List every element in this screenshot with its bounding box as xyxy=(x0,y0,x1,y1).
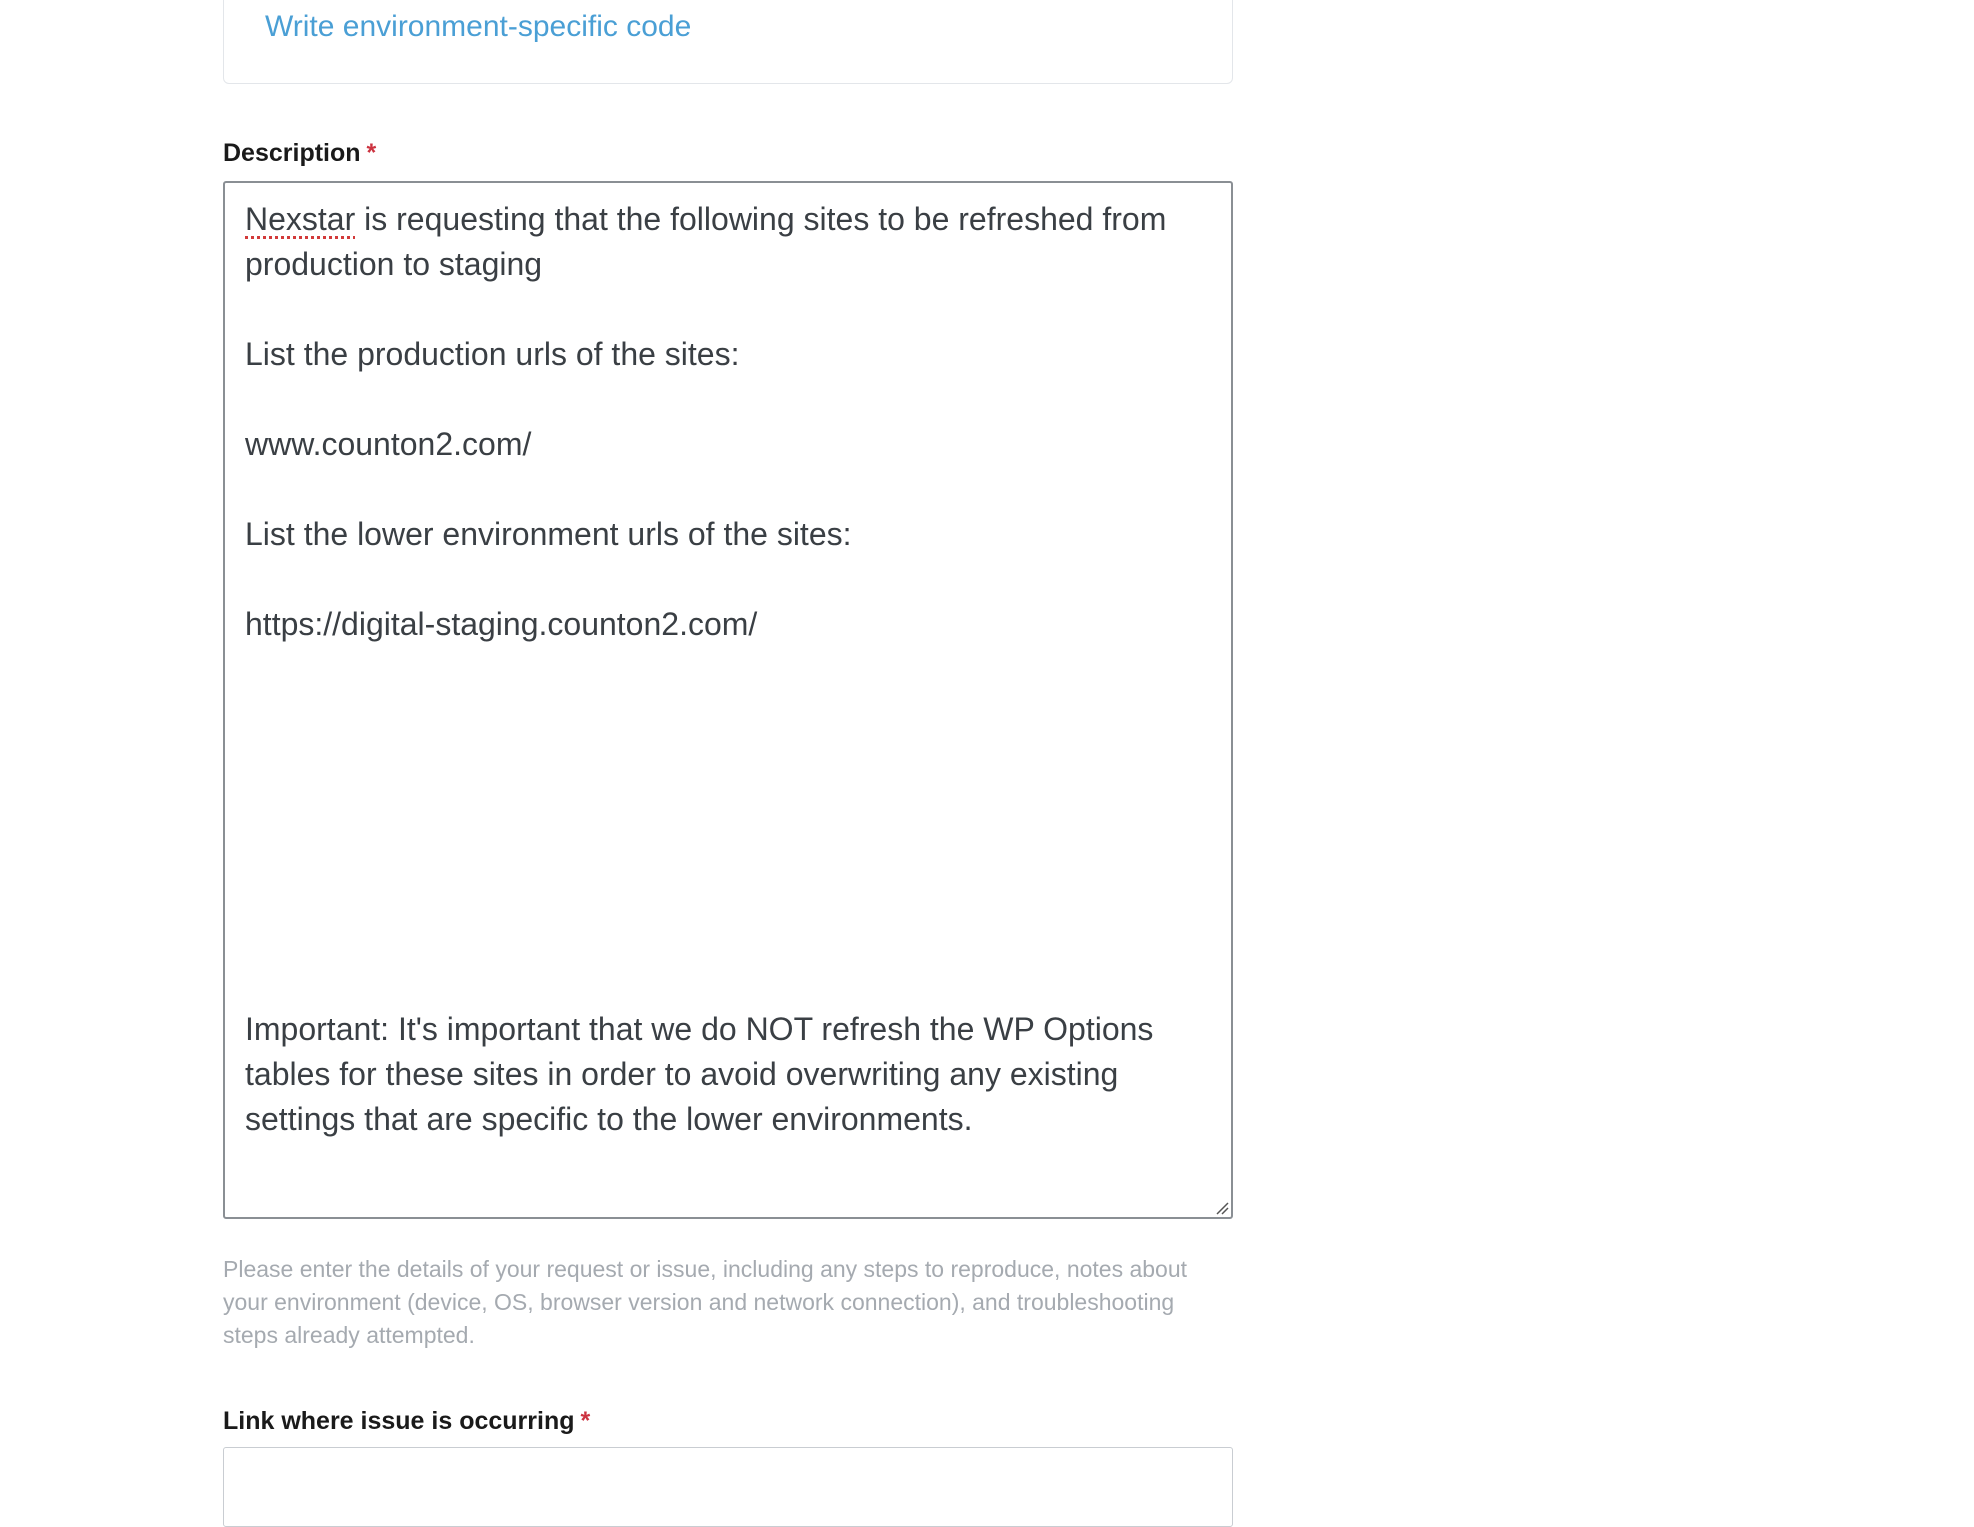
description-line xyxy=(245,692,1211,737)
description-label: Description * xyxy=(223,139,376,168)
description-line xyxy=(245,557,1211,602)
suggested-article-box: Write environment-specific code xyxy=(223,0,1233,84)
description-line: Important: It's important that we do NOT… xyxy=(245,1011,1154,1047)
description-hint: Please enter the details of your request… xyxy=(223,1256,1188,1348)
description-line xyxy=(245,782,1211,827)
description-line: www.counton2.com/ xyxy=(245,426,532,462)
description-line: settings that are specific to the lower … xyxy=(245,1101,973,1137)
description-line: tables for these sites in order to avoid… xyxy=(245,1056,1119,1092)
description-first-line-text: is requesting that the following sites t… xyxy=(355,201,1167,237)
description-line xyxy=(245,962,1211,1007)
link-label: Link where issue is occurring * xyxy=(223,1407,590,1436)
description-line xyxy=(245,827,1211,872)
description-line xyxy=(245,287,1211,332)
description-line: https://digital-staging.counton2.com/ xyxy=(245,606,758,642)
description-line: production to staging xyxy=(245,246,543,282)
link-label-text: Link where issue is occurring xyxy=(223,1407,575,1435)
description-line: Nexstar is requesting that the following… xyxy=(245,197,1211,242)
suggested-article-link[interactable]: Write environment-specific code xyxy=(265,10,691,44)
description-line xyxy=(245,467,1211,512)
description-line xyxy=(245,647,1211,692)
required-asterisk: * xyxy=(366,139,377,167)
resize-handle-icon[interactable] xyxy=(1215,1201,1229,1215)
description-label-text: Description xyxy=(223,139,361,167)
description-line xyxy=(245,737,1211,782)
required-asterisk: * xyxy=(580,1407,591,1435)
description-textarea[interactable]: Nexstar is requesting that the following… xyxy=(223,181,1233,1219)
description-line xyxy=(245,917,1211,962)
description-line xyxy=(245,872,1211,917)
misspelled-word[interactable]: Nexstar xyxy=(245,201,355,237)
description-line: List the production urls of the sites: xyxy=(245,336,740,372)
description-line xyxy=(245,377,1211,422)
description-line: List the lower environment urls of the s… xyxy=(245,516,852,552)
link-input[interactable] xyxy=(223,1447,1233,1527)
